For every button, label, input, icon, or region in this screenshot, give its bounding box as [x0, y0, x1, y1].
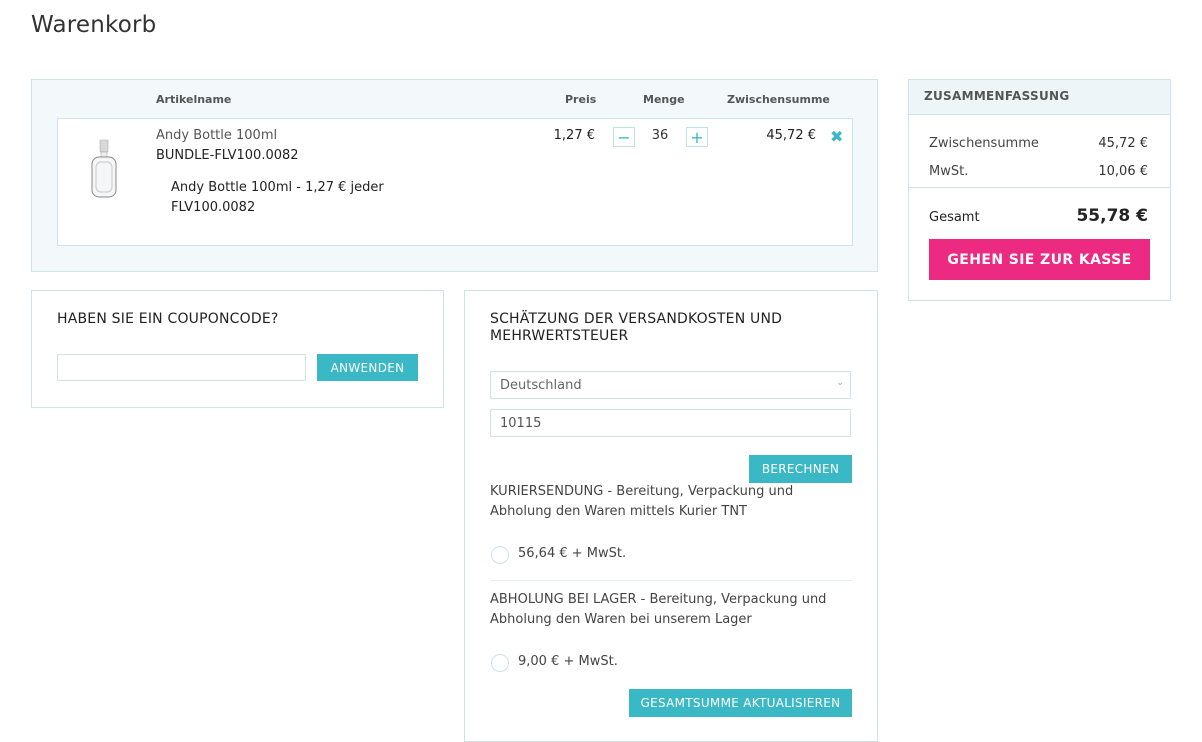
summary-total-value: 55,78 € — [1076, 206, 1148, 226]
checkout-button[interactable]: GEHEN SIE ZUR KASSE — [929, 239, 1150, 280]
shipping-method-divider — [490, 580, 852, 581]
summary-tax-label: MwSt. — [929, 164, 969, 179]
apply-coupon-button[interactable]: ANWENDEN — [317, 354, 418, 381]
chevron-down-icon: ⌄ — [836, 377, 845, 388]
coupon-input[interactable] — [57, 354, 306, 381]
item-subtotal: 45,72 € — [766, 128, 816, 143]
summary-divider — [909, 187, 1170, 188]
country-select[interactable]: Deutschland — [490, 371, 851, 399]
shipping-method-courier-rate: 56,64 € + MwSt. — [518, 546, 627, 561]
coupon-panel — [31, 290, 444, 408]
page-title: Warenkorb — [31, 12, 157, 38]
shipping-method-pickup-description: ABHOLUNG BEI LAGER - Bereitung, Verpacku… — [490, 592, 827, 627]
update-total-button[interactable]: GESAMTSUMME AKTUALISIEREN — [629, 689, 852, 717]
unit-price: 1,27 € — [553, 128, 595, 143]
shipping-method-pickup-radio[interactable] — [491, 654, 509, 672]
quantity-increment-button[interactable]: + — [686, 127, 708, 147]
column-header-price: Preis — [565, 93, 597, 106]
shipping-title: SCHÄTZUNG DER VERSANDKOSTEN UND MEHRWERT… — [490, 311, 783, 344]
product-sku: BUNDLE-FLV100.0082 — [156, 148, 299, 163]
summary-total-label: Gesamt — [929, 210, 980, 225]
calculate-shipping-button[interactable]: BERECHNEN — [749, 455, 852, 483]
shipping-method-courier-radio[interactable] — [491, 546, 509, 564]
column-header-subtotal: Zwischensumme — [727, 93, 830, 106]
quantity-value[interactable]: 36 — [640, 128, 680, 143]
column-header-quantity: Menge — [643, 93, 685, 106]
summary-title: ZUSAMMENFASSUNG — [924, 89, 1070, 103]
shipping-method-courier-description: KURIERSENDUNG - Bereitung, Verpackung un… — [490, 484, 794, 519]
postcode-input[interactable]: 10115 — [490, 409, 851, 437]
summary-subtotal-label: Zwischensumme — [929, 136, 1039, 151]
shipping-method-pickup-rate: 9,00 € + MwSt. — [518, 654, 618, 669]
bundle-item-line: Andy Bottle 100ml - 1,27 € jeder FLV100.… — [171, 180, 384, 215]
column-header-name: Artikelname — [156, 93, 232, 106]
product-name[interactable]: Andy Bottle 100ml — [156, 128, 277, 143]
product-thumbnail[interactable] — [86, 138, 122, 200]
coupon-title: HABEN SIE EIN COUPONCODE? — [57, 311, 279, 327]
summary-tax-value: 10,06 € — [1098, 164, 1148, 179]
remove-item-icon[interactable]: ✖ — [830, 127, 843, 146]
quantity-decrement-button[interactable]: − — [613, 127, 635, 147]
summary-subtotal-value: 45,72 € — [1098, 136, 1148, 151]
